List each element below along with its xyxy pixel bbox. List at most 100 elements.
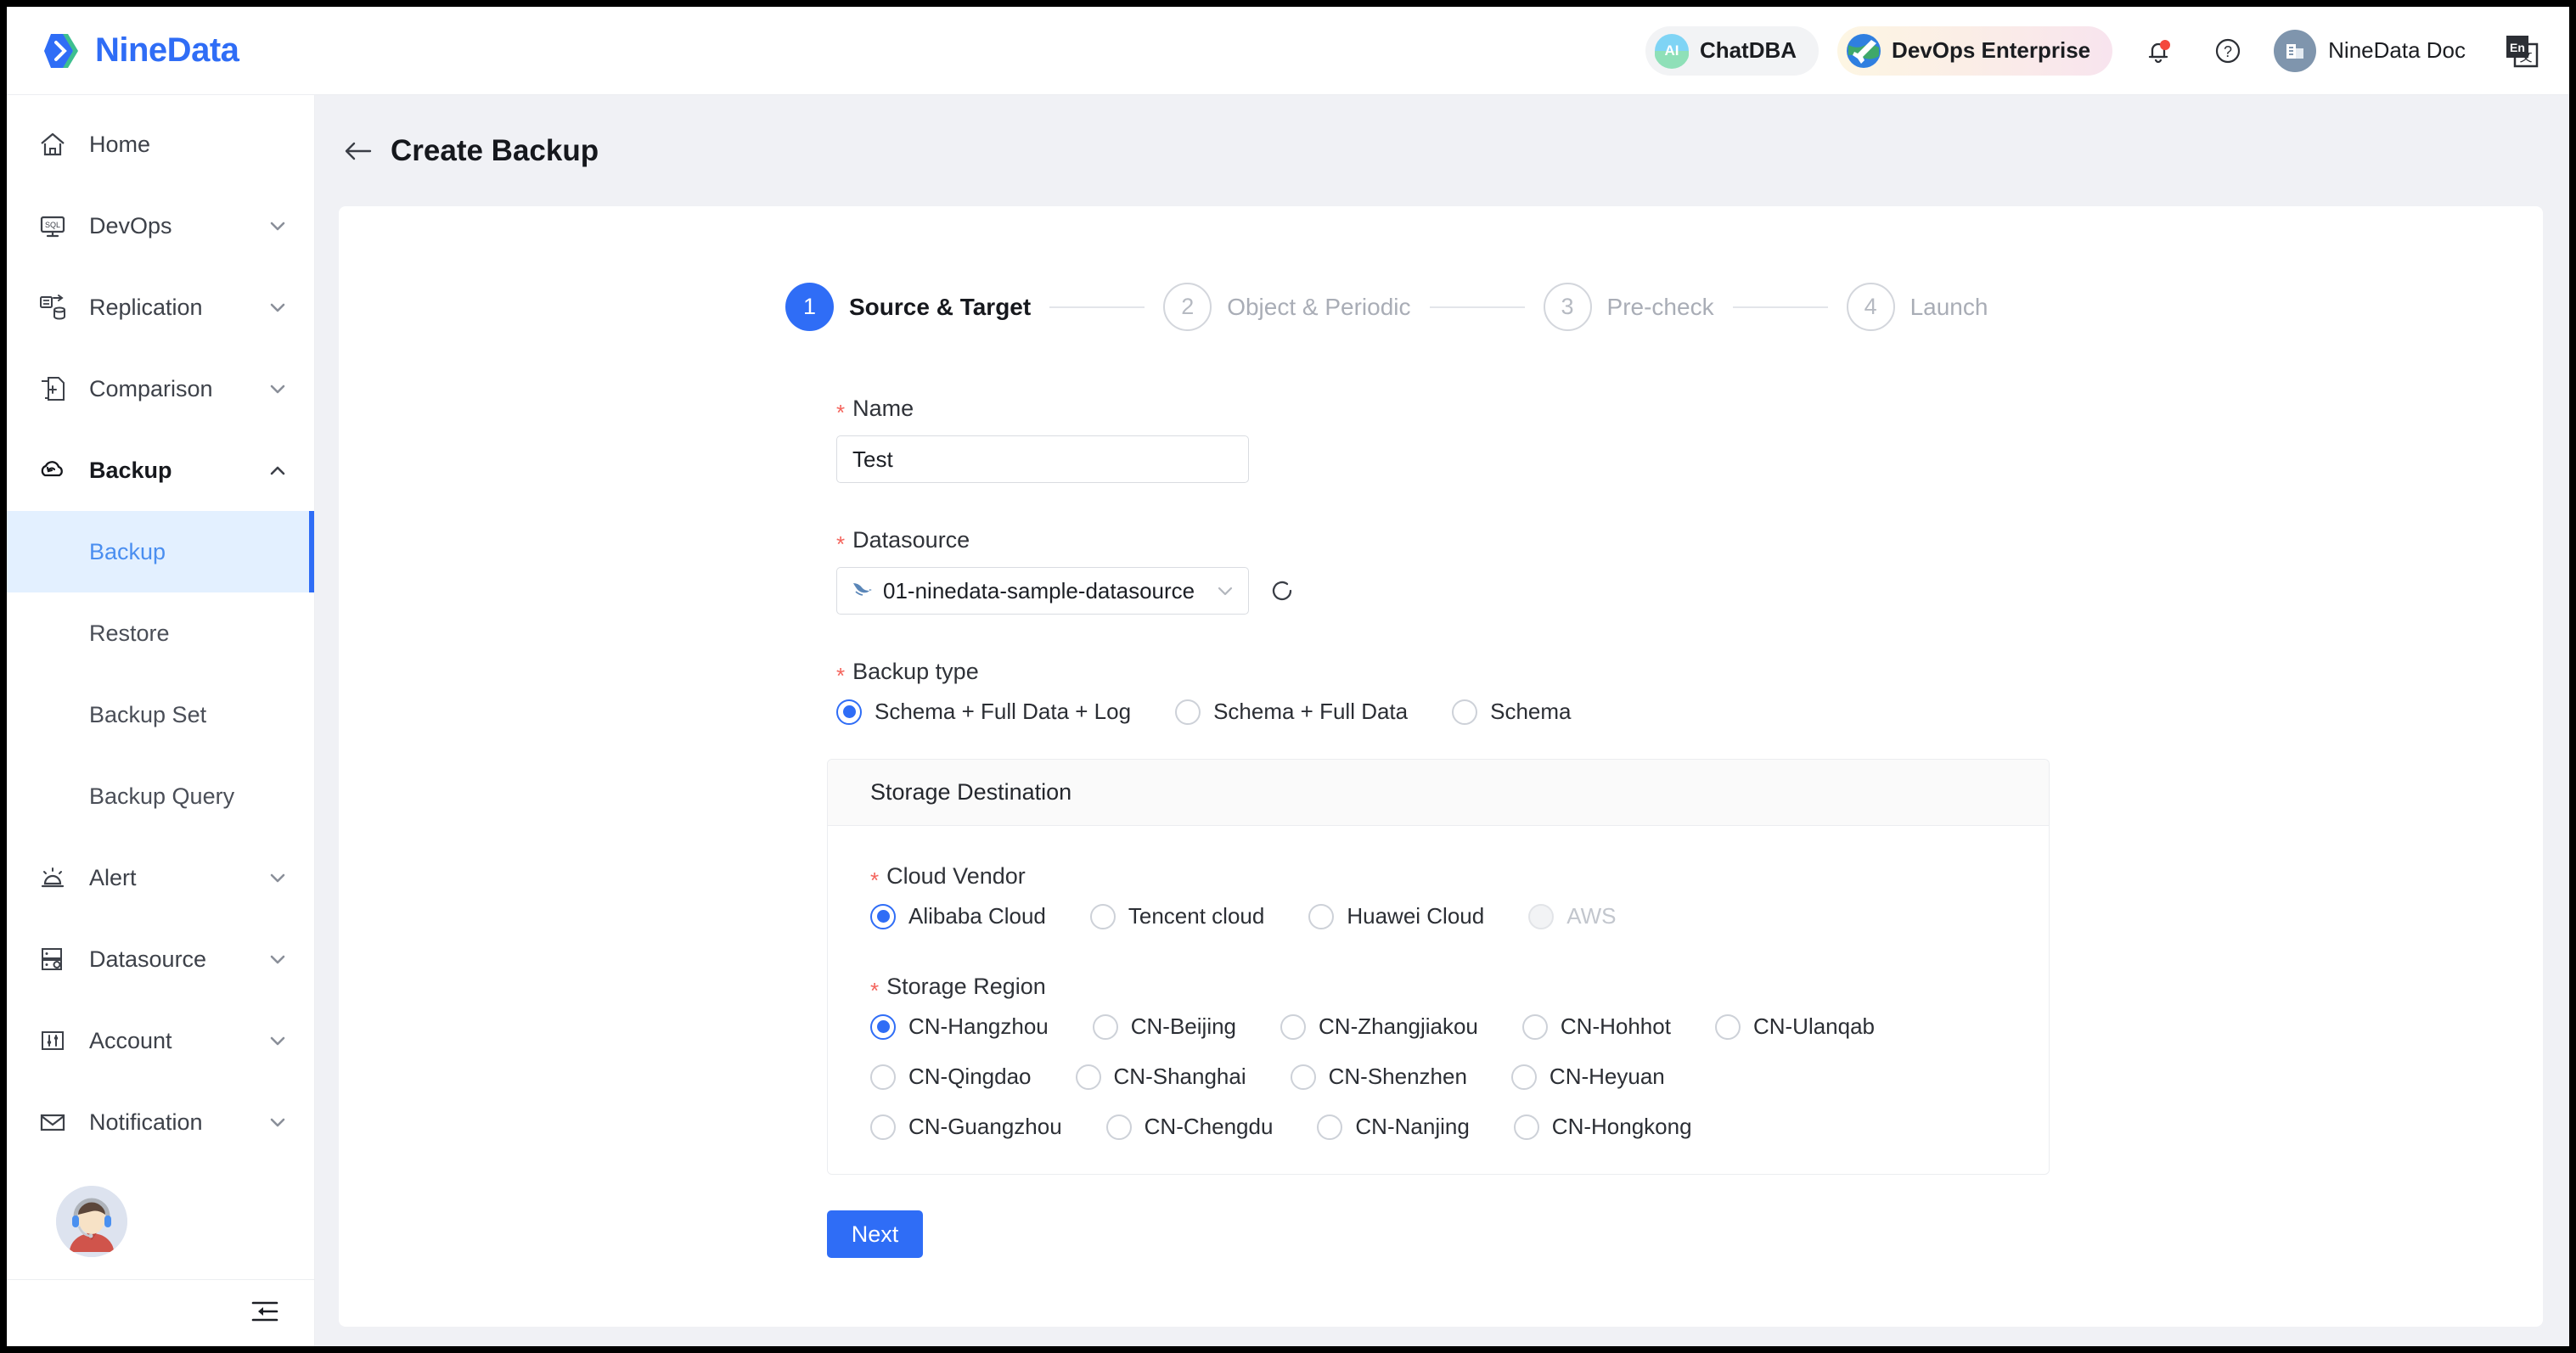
- chevron-down-icon: [267, 948, 289, 970]
- radio-option-alibaba-cloud[interactable]: Alibaba Cloud: [870, 903, 1046, 929]
- radio-button[interactable]: [1290, 1064, 1316, 1090]
- radio-button[interactable]: [1714, 1013, 1741, 1040]
- radio-button[interactable]: [1513, 1114, 1539, 1140]
- sidebar-nav: Home SQL DevOps Replication Comparison B…: [7, 95, 314, 1163]
- radio-option-tencent-cloud[interactable]: Tencent cloud: [1089, 903, 1264, 929]
- sidebar-subitem-restore[interactable]: Restore: [7, 592, 314, 674]
- sidebar-item-label: Backup: [89, 457, 172, 483]
- radio-label: CN-Hangzhou: [908, 1013, 1049, 1039]
- radio-option-cn-nanjing[interactable]: CN-Nanjing: [1317, 1114, 1470, 1140]
- radio-option-cn-guangzhou[interactable]: CN-Guangzhou: [870, 1114, 1062, 1140]
- cloud-vendor-radio-group: Alibaba Cloud Tencent cloud Huawei Cloud…: [870, 903, 2049, 929]
- radio-option-cn-zhangjiakou[interactable]: CN-Zhangjiakou: [1280, 1013, 1478, 1040]
- sidebar-subitem-backup-set[interactable]: Backup Set: [7, 674, 314, 755]
- radio-button[interactable]: [1092, 1013, 1118, 1040]
- sidebar-item-replication[interactable]: Replication: [7, 267, 314, 348]
- sidebar-subitem-label: Restore: [89, 620, 170, 646]
- step-launch[interactable]: 4 Launch: [1846, 283, 1988, 331]
- sidebar-item-alert[interactable]: Alert: [7, 837, 314, 918]
- radio-button[interactable]: [870, 1013, 896, 1040]
- radio-button[interactable]: [1452, 699, 1478, 725]
- radio-option-cn-shanghai[interactable]: CN-Shanghai: [1075, 1064, 1246, 1090]
- devops-enterprise-button[interactable]: DevOps Enterprise: [1837, 25, 2113, 76]
- backup-type-label-text: Backup type: [852, 659, 979, 684]
- radio-option-cn-hongkong[interactable]: CN-Hongkong: [1513, 1114, 1692, 1140]
- notification-button[interactable]: [2134, 27, 2182, 75]
- name-input[interactable]: [836, 435, 1249, 483]
- storage-destination-body: * Cloud Vendor Alibaba Cloud Tencent clo…: [828, 826, 2049, 1174]
- radio-button[interactable]: [870, 1064, 896, 1090]
- sidebar-item-comparison[interactable]: Comparison: [7, 348, 314, 429]
- chatdba-button[interactable]: AI ChatDBA: [1645, 25, 1820, 76]
- sidebar-subitem-backup-query[interactable]: Backup Query: [7, 755, 314, 837]
- step-pre-check[interactable]: 3 Pre-check: [1543, 283, 1714, 331]
- radio-button[interactable]: [1521, 1013, 1548, 1040]
- step-source-target[interactable]: 1 Source & Target: [785, 283, 1031, 331]
- backup-type-radio-group: Schema + Full Data + Log Schema + Full D…: [836, 699, 2543, 725]
- radio-option-schema[interactable]: Schema: [1452, 699, 1572, 725]
- sidebar-collapse-zone: [7, 1279, 314, 1346]
- back-arrow-icon[interactable]: [342, 134, 376, 168]
- radio-button[interactable]: [1317, 1114, 1343, 1140]
- radio-option-cn-chengdu[interactable]: CN-Chengdu: [1105, 1114, 1274, 1140]
- sidebar-subitem-backup[interactable]: Backup: [7, 511, 314, 592]
- radio-option-schema-full-data-log[interactable]: Schema + Full Data + Log: [836, 699, 1131, 725]
- sidebar-item-label: Datasource: [89, 946, 207, 972]
- refresh-icon[interactable]: [1268, 576, 1296, 605]
- radio-option-cn-beijing[interactable]: CN-Beijing: [1092, 1013, 1236, 1040]
- collapse-sidebar-icon[interactable]: [250, 1299, 280, 1328]
- radio-option-cn-qingdao[interactable]: CN-Qingdao: [870, 1064, 1032, 1090]
- radio-label: CN-Hongkong: [1551, 1114, 1692, 1139]
- radio-option-cn-heyuan[interactable]: CN-Heyuan: [1510, 1064, 1665, 1090]
- sidebar-item-devops[interactable]: SQL DevOps: [7, 185, 314, 267]
- brand-logo[interactable]: NineData: [39, 31, 239, 70]
- datasource-select[interactable]: 01-ninedata-sample-datasource: [836, 567, 1249, 615]
- radio-button[interactable]: [1510, 1064, 1537, 1090]
- required-asterisk: *: [870, 977, 880, 1003]
- radio-label: AWS: [1566, 903, 1617, 929]
- storage-destination-title: Storage Destination: [870, 779, 1072, 805]
- sidebar-item-backup[interactable]: Backup: [7, 429, 314, 511]
- cloud-backup-icon: [35, 452, 70, 488]
- radio-label: CN-Guangzhou: [908, 1114, 1062, 1139]
- chatdba-label: ChatDBA: [1699, 37, 1797, 63]
- radio-button[interactable]: [1075, 1064, 1101, 1090]
- radio-option-cn-hohhot[interactable]: CN-Hohhot: [1521, 1013, 1671, 1040]
- radio-option-huawei-cloud[interactable]: Huawei Cloud: [1308, 903, 1484, 929]
- radio-label: CN-Nanjing: [1355, 1114, 1470, 1139]
- sidebar-item-label: Home: [89, 131, 151, 157]
- radio-button[interactable]: [1175, 699, 1201, 725]
- datasource-row: 01-ninedata-sample-datasource: [836, 567, 2543, 615]
- sidebar-item-notification[interactable]: Notification: [7, 1081, 314, 1163]
- radio-option-cn-ulanqab[interactable]: CN-Ulanqab: [1714, 1013, 1875, 1040]
- radio-option-schema-full-data[interactable]: Schema + Full Data: [1175, 699, 1408, 725]
- radio-option-cn-hangzhou[interactable]: CN-Hangzhou: [870, 1013, 1049, 1040]
- storage-region-label-text: Storage Region: [886, 974, 1046, 999]
- support-agent-avatar[interactable]: [56, 1185, 127, 1257]
- sidebar-item-account[interactable]: Account: [7, 1000, 314, 1081]
- step-label: Launch: [1910, 293, 1988, 320]
- top-bar-actions: AI ChatDBA DevOps Enterprise ? NineData …: [1645, 7, 2569, 94]
- next-button[interactable]: Next: [827, 1210, 923, 1258]
- storage-region-row: CN-Hangzhou CN-Beijing CN-Zhangjiakou CN…: [870, 1013, 2049, 1040]
- radio-button[interactable]: [1089, 903, 1116, 929]
- radio-button[interactable]: [870, 903, 896, 929]
- document-compare-icon: [35, 371, 70, 407]
- sidebar-item-datasource[interactable]: Datasource: [7, 918, 314, 1000]
- radio-option-cn-shenzhen[interactable]: CN-Shenzhen: [1290, 1064, 1467, 1090]
- radio-button[interactable]: [1280, 1013, 1307, 1040]
- sidebar-item-home[interactable]: Home: [7, 104, 314, 185]
- ninedata-doc-button[interactable]: NineData Doc: [2274, 29, 2466, 72]
- language-switch-button[interactable]: 文 En: [2500, 29, 2544, 73]
- radio-button[interactable]: [870, 1114, 896, 1140]
- radio-button[interactable]: [836, 699, 862, 725]
- name-label-text: Name: [852, 396, 914, 421]
- radio-button[interactable]: [1308, 903, 1335, 929]
- radio-button[interactable]: [1105, 1114, 1132, 1140]
- help-button[interactable]: ?: [2204, 27, 2252, 75]
- step-label: Object & Periodic: [1227, 293, 1411, 320]
- radio-label: CN-Chengdu: [1144, 1114, 1274, 1139]
- svg-text:En: En: [2510, 41, 2525, 54]
- step-object-periodic[interactable]: 2 Object & Periodic: [1163, 283, 1411, 331]
- required-asterisk: *: [836, 399, 846, 425]
